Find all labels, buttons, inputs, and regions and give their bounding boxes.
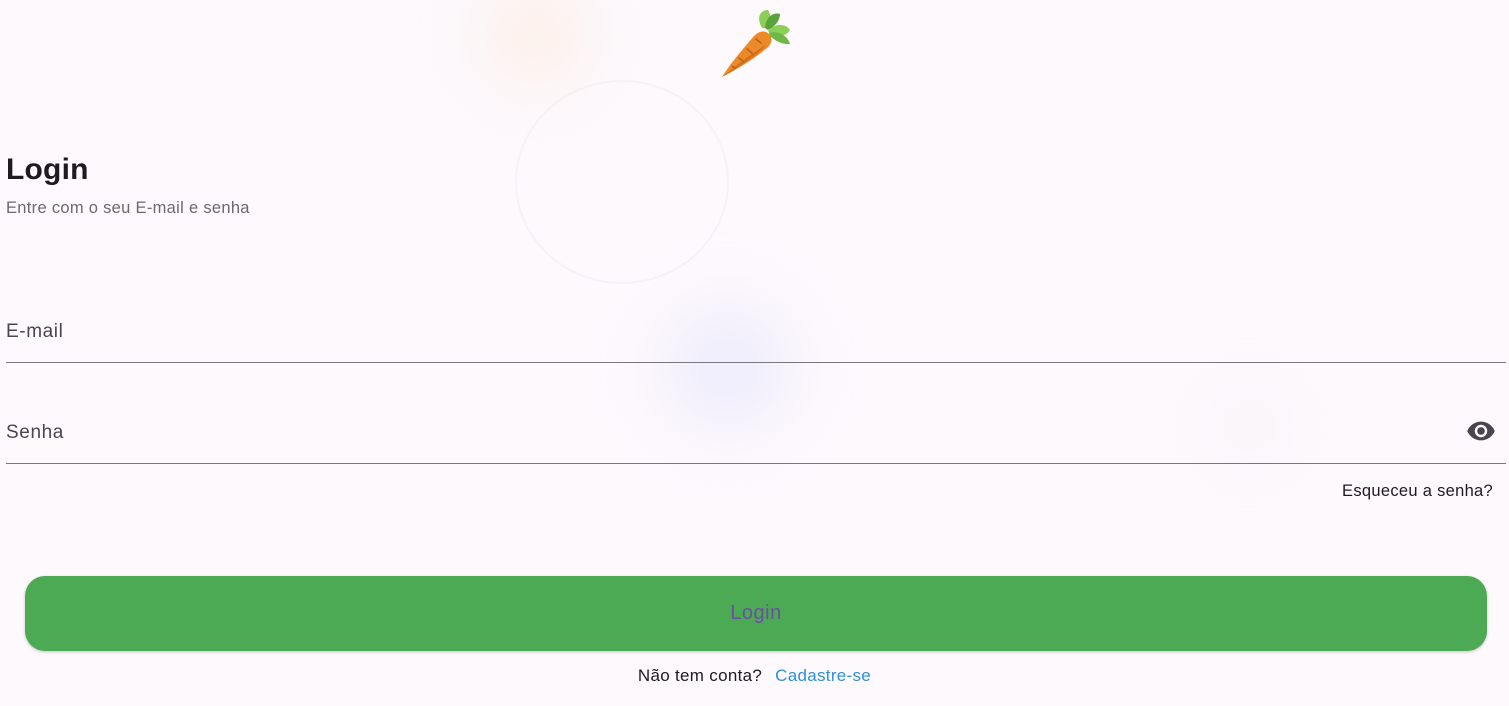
forgot-password-link[interactable]: Esqueceu a senha? xyxy=(1342,482,1493,501)
carrot-icon xyxy=(716,6,796,82)
background-decoration xyxy=(515,80,729,284)
password-field xyxy=(6,404,1506,464)
page-subtitle: Entre com o seu E-mail e senha xyxy=(6,199,250,217)
background-decoration xyxy=(455,0,615,110)
signup-link[interactable]: Cadastre-se xyxy=(775,666,871,685)
email-field xyxy=(6,303,1506,363)
login-button[interactable]: Login xyxy=(25,576,1487,651)
email-input[interactable] xyxy=(6,303,1456,361)
signup-row: Não tem conta? Cadastre-se xyxy=(0,666,1509,686)
eye-icon xyxy=(1467,421,1495,441)
page-title: Login xyxy=(6,153,89,186)
signup-prompt: Não tem conta? xyxy=(637,666,763,685)
password-input[interactable] xyxy=(6,404,1456,462)
toggle-password-visibility-button[interactable] xyxy=(1466,416,1496,446)
